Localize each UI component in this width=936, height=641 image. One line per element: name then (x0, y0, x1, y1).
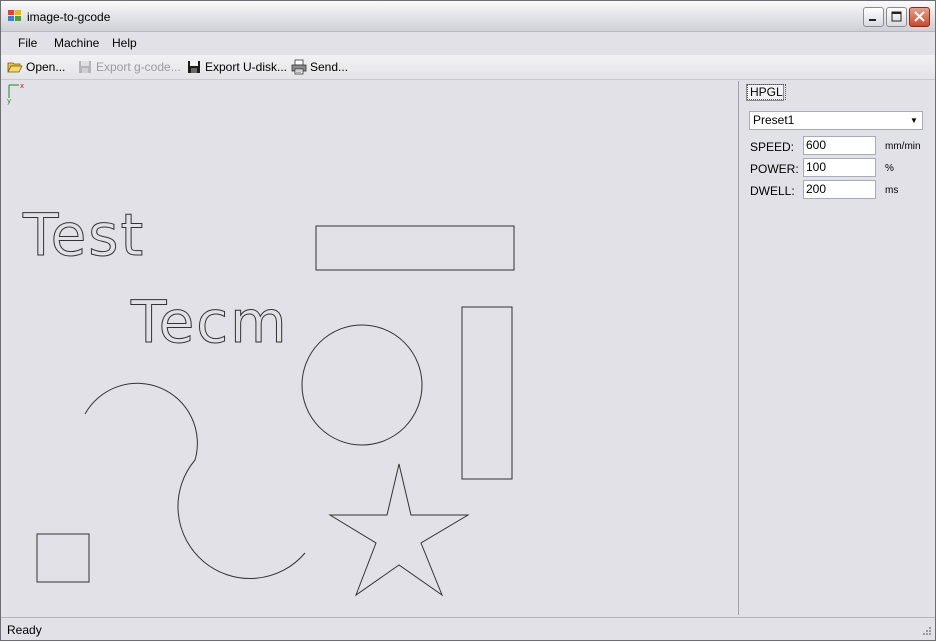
speed-input[interactable]: 600 (803, 136, 876, 155)
canvas-text-tecm: Tecm (130, 288, 289, 356)
drawing-canvas[interactable]: x y Test Tecm (3, 81, 737, 615)
window-title: image-to-gcode (27, 10, 111, 24)
menu-machine[interactable]: Machine (54, 36, 99, 50)
circle-shape (301, 324, 423, 446)
open-label: Open... (26, 60, 66, 74)
canvas-drawing: x y Test Tecm (7, 82, 515, 597)
folder-open-icon (7, 62, 23, 73)
maximize-icon (891, 11, 902, 22)
dropdown-arrow-icon[interactable]: ▼ (906, 112, 922, 129)
power-unit: % (885, 163, 894, 174)
star-shape (328, 463, 470, 597)
send-label: Send... (310, 60, 349, 74)
dwell-label: DWELL: (750, 184, 795, 198)
open-button[interactable]: Open... (7, 58, 65, 76)
menu-bar: File Machine Help (1, 32, 935, 54)
tab-hpgl-label: HPGL (747, 84, 786, 100)
export-gcode-button[interactable]: Export g-code... (77, 58, 181, 76)
axis-indicator: x y (7, 82, 24, 105)
maximize-button[interactable] (886, 7, 907, 27)
dwell-input[interactable]: 200 (803, 180, 876, 199)
status-bar: Ready (1, 617, 935, 640)
resize-grip-icon[interactable] (920, 626, 932, 638)
axis-y-label: y (7, 97, 11, 105)
minimize-icon (869, 19, 876, 21)
app-icon (8, 10, 21, 21)
preset-select[interactable]: Preset1 ▼ (749, 111, 923, 130)
app-window: image-to-gcode File Machine Help Open... (0, 0, 936, 641)
speed-label: SPEED: (750, 140, 795, 154)
export-udisk-button[interactable]: Export U-disk... (186, 58, 287, 76)
minimize-button[interactable] (863, 7, 884, 27)
axis-x-label: x (20, 82, 24, 90)
export-udisk-label: Export U-disk... (205, 60, 288, 74)
dwell-unit: ms (885, 185, 899, 196)
title-bar[interactable]: image-to-gcode (1, 1, 935, 32)
tall-rectangle-shape (461, 306, 513, 480)
close-button[interactable] (909, 7, 930, 27)
power-label: POWER: (750, 162, 799, 176)
settings-panel: HPGL Preset1 ▼ SPEED: 600 mm/min POWER: … (741, 81, 935, 615)
menu-file[interactable]: File (18, 36, 37, 50)
preset-value: Preset1 (753, 113, 795, 127)
small-square-shape (36, 533, 90, 583)
s-curve-shape (84, 382, 306, 580)
speed-unit: mm/min (885, 141, 921, 152)
toolbar: Open... Export g-code... Export U-disk..… (1, 55, 935, 80)
close-icon (914, 11, 925, 22)
panel-splitter[interactable] (738, 81, 739, 615)
power-input[interactable]: 100 (803, 158, 876, 177)
printer-icon (291, 59, 307, 75)
floppy-disk-icon (79, 61, 91, 73)
rectangle-shape (315, 225, 515, 271)
floppy-disk-icon (188, 61, 200, 73)
tab-hpgl[interactable]: HPGL (746, 84, 786, 101)
status-text: Ready (7, 623, 42, 637)
export-gcode-label: Export g-code... (96, 60, 181, 74)
canvas-text-test: Test (22, 201, 145, 269)
menu-help[interactable]: Help (112, 36, 137, 50)
send-button[interactable]: Send... (291, 58, 348, 76)
